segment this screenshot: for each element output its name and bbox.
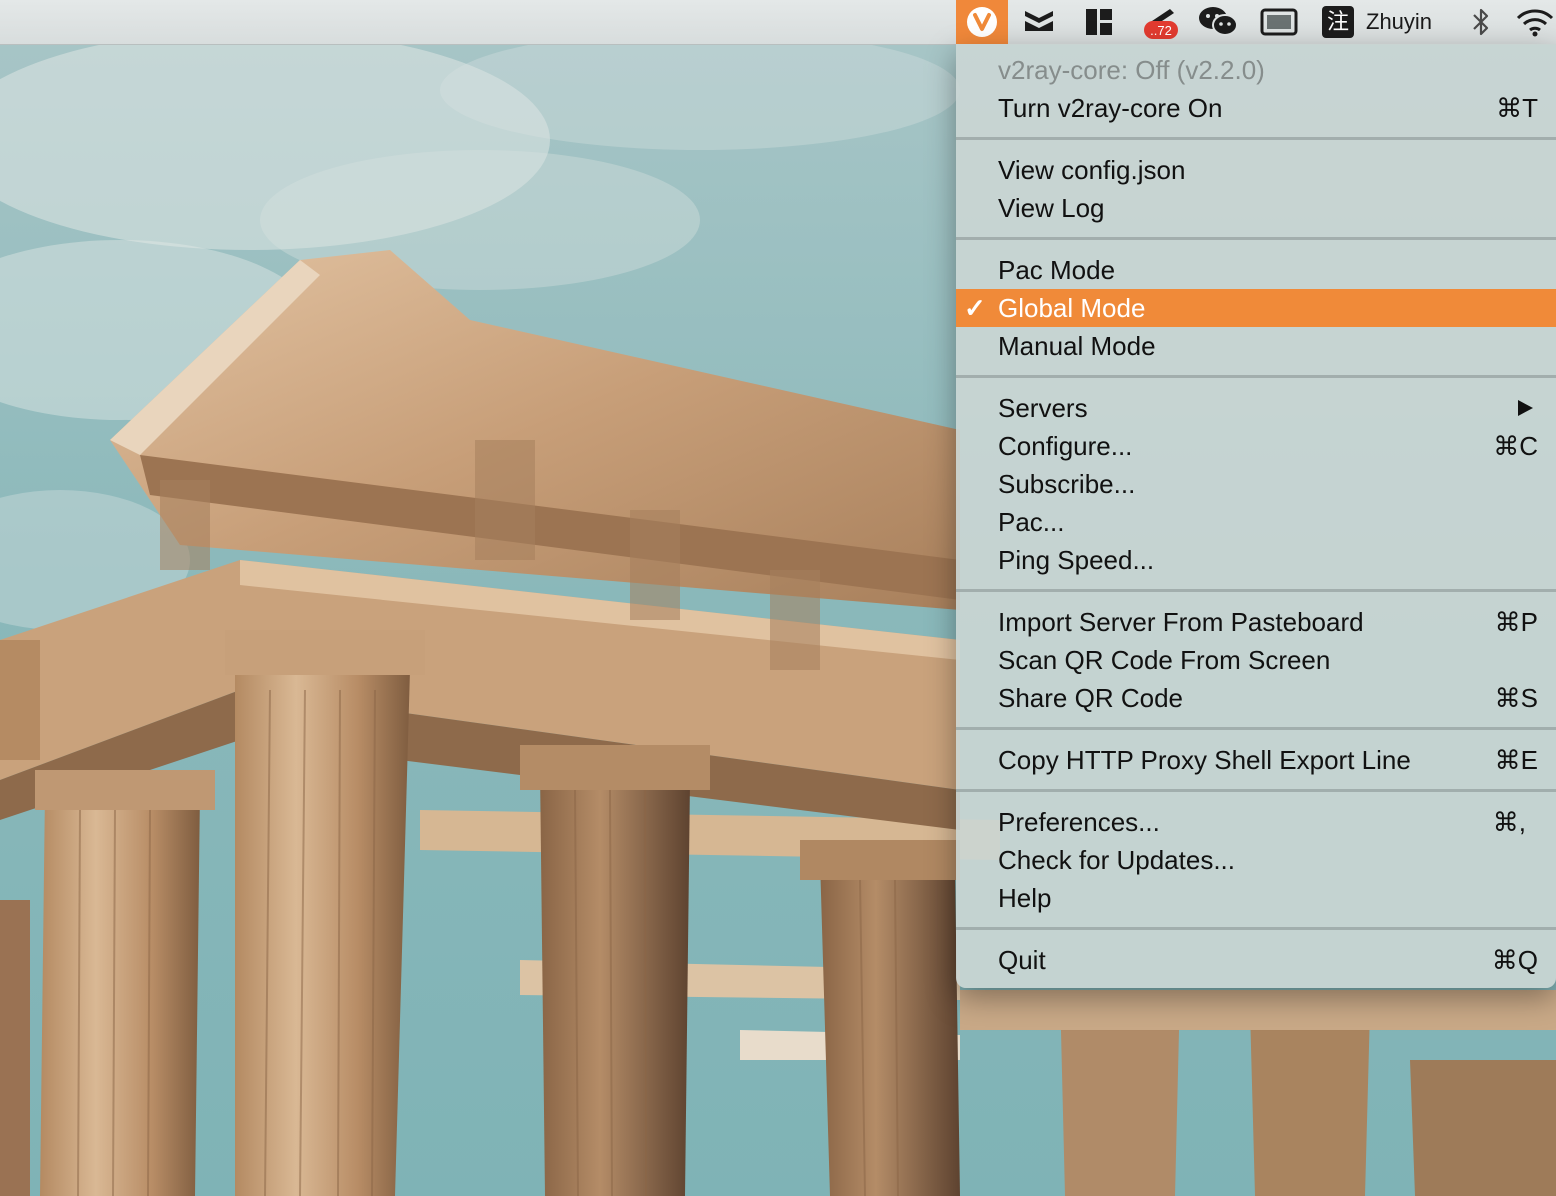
v2ray-status-menu: v2ray-core: Off (v2.2.0) Turn v2ray-core… [956,44,1556,988]
menu-item-toggle-core[interactable]: Turn v2ray-core On ⌘T [956,89,1556,127]
checkmark-icon: ✓ [964,293,986,323]
input-source-label: Zhuyin [1366,9,1433,34]
view-log-label: View Log [998,193,1105,223]
wifi-icon[interactable] [1514,0,1556,44]
global-mode-label: Global Mode [998,293,1146,323]
toggle-core-label: Turn v2ray-core On [998,93,1223,123]
menu-item-pac[interactable]: Pac... [956,503,1556,541]
menu-item-preferences[interactable]: Preferences... ⌘, [956,803,1556,841]
menu-item-subscribe[interactable]: Subscribe... [956,465,1556,503]
submenu-arrow-icon [1518,400,1533,416]
share-qr-shortcut: ⌘S [1494,683,1538,713]
v2ray-u-icon[interactable] [956,0,1008,44]
preferences-label: Preferences... [998,807,1160,837]
wechat-icon[interactable] [1194,0,1242,44]
menu-item-configure[interactable]: Configure... ⌘C [956,427,1556,465]
toggle-core-shortcut: ⌘T [1496,93,1538,123]
view-config-label: View config.json [998,155,1186,185]
menu-item-status: v2ray-core: Off (v2.2.0) [956,51,1556,89]
pac-mode-label: Pac Mode [998,255,1116,285]
menu-item-servers[interactable]: Servers [956,389,1556,427]
menu-item-share-qr[interactable]: Share QR Code ⌘S [956,679,1556,717]
preferences-shortcut: ⌘, [1492,807,1526,837]
quit-label: Quit [998,945,1046,975]
menu-separator [956,137,1556,140]
quit-shortcut: ⌘Q [1491,945,1538,975]
monitor-badge: ..72 [1150,23,1172,38]
menu-separator [956,789,1556,792]
tray-down-icon[interactable] [1018,0,1060,44]
menu-item-global-mode[interactable]: ✓ Global Mode [956,289,1556,327]
copy-proxy-label: Copy HTTP Proxy Shell Export Line [998,745,1411,775]
menu-bar: ..72 注 Zhuyin [0,0,1556,45]
zhuyin-icon[interactable]: 注 Zhuyin [1322,0,1446,44]
configure-shortcut: ⌘C [1493,431,1538,461]
subscribe-label: Subscribe... [998,469,1136,499]
menu-separator [956,375,1556,378]
pac-label: Pac... [998,507,1065,537]
menu-item-copy-proxy[interactable]: Copy HTTP Proxy Shell Export Line ⌘E [956,741,1556,779]
menu-separator [956,727,1556,730]
menu-item-view-log[interactable]: View Log [956,189,1556,227]
menu-item-check-updates[interactable]: Check for Updates... [956,841,1556,879]
ping-speed-label: Ping Speed... [998,545,1155,575]
bluetooth-icon[interactable] [1464,0,1498,44]
display-icon[interactable] [1256,0,1302,44]
import-server-shortcut: ⌘P [1494,607,1538,637]
menu-item-help[interactable]: Help [956,879,1556,917]
menu-item-quit[interactable]: Quit ⌘Q [956,941,1556,979]
scan-qr-label: Scan QR Code From Screen [998,645,1331,675]
manual-mode-label: Manual Mode [998,331,1156,361]
menu-separator [956,589,1556,592]
servers-label: Servers [998,393,1088,423]
window-layout-icon[interactable] [1078,0,1120,44]
menu-separator [956,237,1556,240]
menu-item-scan-qr[interactable]: Scan QR Code From Screen [956,641,1556,679]
share-qr-label: Share QR Code [998,683,1183,713]
status-label: v2ray-core: Off (v2.2.0) [998,55,1265,85]
help-label: Help [998,883,1052,913]
speed-monitor-icon[interactable]: ..72 [1136,0,1184,44]
copy-proxy-shortcut: ⌘E [1494,745,1538,775]
menu-item-import-server[interactable]: Import Server From Pasteboard ⌘P [956,603,1556,641]
menu-item-pac-mode[interactable]: Pac Mode [956,251,1556,289]
import-server-label: Import Server From Pasteboard [998,607,1364,637]
check-updates-label: Check for Updates... [998,845,1235,875]
configure-label: Configure... [998,431,1133,461]
menu-item-view-config[interactable]: View config.json [956,151,1556,189]
input-source-glyph: 注 [1322,6,1354,38]
menu-separator [956,927,1556,930]
menu-item-ping-speed[interactable]: Ping Speed... [956,541,1556,579]
menu-item-manual-mode[interactable]: Manual Mode [956,327,1556,365]
